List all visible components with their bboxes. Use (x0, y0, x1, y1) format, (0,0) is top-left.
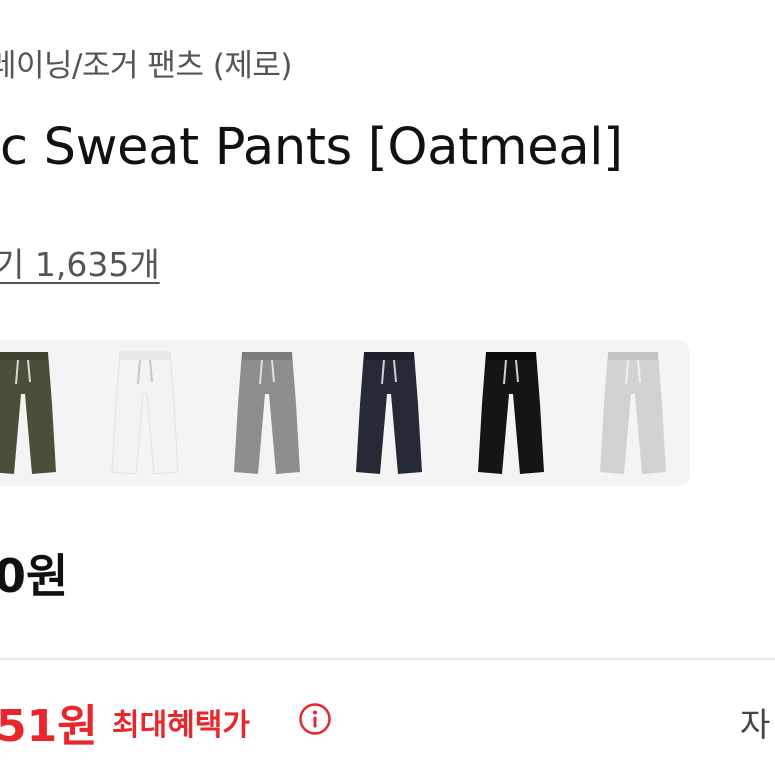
product-price: 0원 (0, 549, 69, 603)
info-icon[interactable] (298, 702, 332, 736)
swatch-gray[interactable] (224, 344, 310, 482)
product-detail-page: 레이닝/조거 팬츠 (제로) c Sweat Pants [Oatmeal] 기… (0, 0, 775, 775)
review-count-link[interactable]: 기 1,635개 (0, 238, 160, 286)
section-divider (0, 658, 775, 660)
color-swatch-strip (0, 340, 690, 486)
max-benefit-price: 51원 (0, 701, 98, 752)
swatch-white[interactable] (102, 344, 188, 482)
max-benefit-row: 51원 최대혜택가 자 (0, 690, 775, 752)
product-category[interactable]: 레이닝/조거 팬츠 (제로) (0, 40, 293, 85)
max-benefit-label: 최대혜택가 (112, 708, 250, 743)
swatch-light-gray[interactable] (590, 344, 676, 482)
swatch-olive[interactable] (0, 344, 66, 482)
swatch-navy[interactable] (346, 344, 432, 482)
product-title: c Sweat Pants [Oatmeal] (0, 118, 623, 177)
swatch-black[interactable] (468, 344, 554, 482)
right-truncated-text[interactable]: 자 (740, 698, 770, 746)
